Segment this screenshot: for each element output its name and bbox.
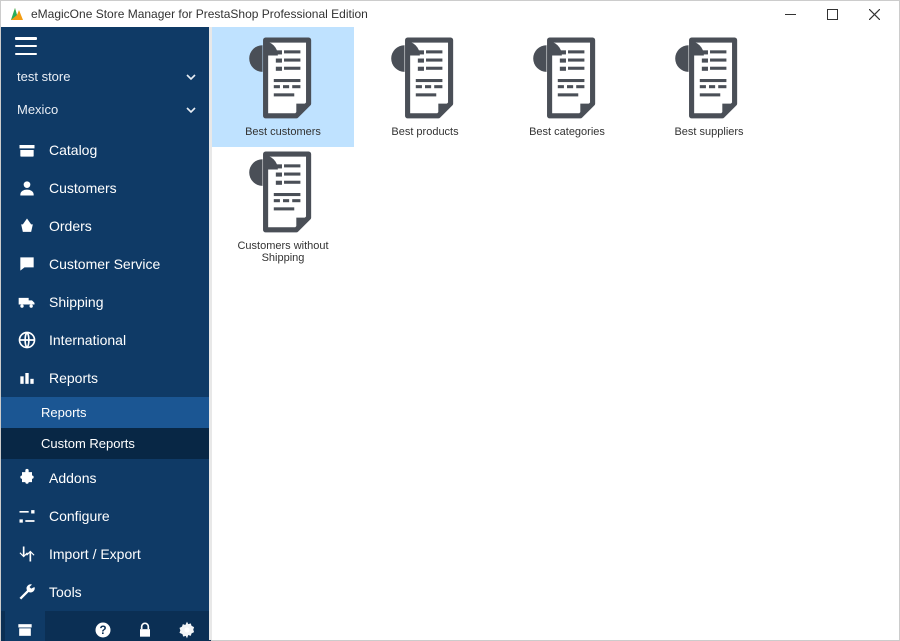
sidebar-bottom-bar: ?: [1, 611, 211, 641]
sidebar-item-customers[interactable]: Customers: [1, 169, 211, 207]
content-area: Best customers Best products Best catego…: [211, 27, 899, 640]
bottom-button-settings[interactable]: [167, 611, 207, 641]
splitter-handle[interactable]: [209, 27, 212, 640]
report-document-icon: [383, 36, 467, 122]
maximize-icon: [827, 9, 838, 20]
window-title: eMagicOne Store Manager for PrestaShop P…: [31, 7, 769, 21]
svg-text:?: ?: [99, 624, 106, 637]
sidebar-subitem-custom-reports[interactable]: Custom Reports: [1, 428, 211, 459]
sidebar-item-label: Addons: [49, 470, 96, 486]
country-selector[interactable]: Mexico: [1, 94, 211, 125]
sidebar-item-tools[interactable]: Tools: [1, 573, 211, 611]
person-icon: [17, 178, 37, 198]
report-document-icon: [241, 150, 325, 236]
sidebar-item-label: Orders: [49, 218, 92, 234]
bottom-button-help[interactable]: ?: [83, 611, 123, 641]
sidebar-item-label: Customers: [49, 180, 117, 196]
titlebar: eMagicOne Store Manager for PrestaShop P…: [1, 1, 899, 27]
archive-icon: [15, 620, 35, 640]
bottom-button-lock[interactable]: [125, 611, 165, 641]
country-label: Mexico: [17, 102, 58, 117]
help-icon: ?: [93, 620, 113, 640]
report-tile-best-suppliers[interactable]: Best suppliers: [638, 27, 780, 147]
chevron-down-icon: [185, 71, 197, 83]
store-name-label: test store: [17, 69, 70, 84]
sidebar-item-label: Configure: [49, 508, 110, 524]
report-tile-label: Customers without Shipping: [216, 240, 350, 264]
report-document-icon: [667, 36, 751, 122]
report-tile-customers-without-shipping[interactable]: Customers without Shipping: [212, 147, 354, 267]
sidebar-item-label: Catalog: [49, 142, 97, 158]
report-document-icon: [241, 36, 325, 122]
sidebar-item-label: Reports: [49, 370, 98, 386]
sidebar-item-label: International: [49, 332, 126, 348]
hamburger-menu-button[interactable]: [15, 37, 37, 55]
sidebar-subitem-label: Custom Reports: [41, 436, 135, 451]
sidebar: test store Mexico Catalog Cu: [1, 27, 211, 640]
wrench-icon: [17, 582, 37, 602]
sidebar-subitem-label: Reports: [41, 405, 87, 420]
gear-icon: [177, 620, 197, 640]
report-tile-best-categories[interactable]: Best categories: [496, 27, 638, 147]
box-icon: [17, 140, 37, 160]
chat-icon: [17, 254, 37, 274]
sidebar-item-catalog[interactable]: Catalog: [1, 131, 211, 169]
sidebar-item-customer-service[interactable]: Customer Service: [1, 245, 211, 283]
sidebar-item-international[interactable]: International: [1, 321, 211, 359]
sidebar-item-label: Import / Export: [49, 546, 141, 562]
report-tile-best-customers[interactable]: Best customers: [212, 27, 354, 147]
sidebar-menu: Catalog Customers Orders Customer Servic…: [1, 131, 211, 611]
reports-grid: Best customers Best products Best catego…: [212, 27, 899, 267]
globe-icon: [17, 330, 37, 350]
report-tile-best-products[interactable]: Best products: [354, 27, 496, 147]
report-document-icon: [525, 36, 609, 122]
truck-icon: [17, 292, 37, 312]
sidebar-item-label: Tools: [49, 584, 82, 600]
lock-icon: [135, 620, 155, 640]
sidebar-item-orders[interactable]: Orders: [1, 207, 211, 245]
sidebar-item-label: Customer Service: [49, 256, 160, 272]
sidebar-item-addons[interactable]: Addons: [1, 459, 211, 497]
import-export-icon: [17, 544, 37, 564]
sidebar-subitem-reports[interactable]: Reports: [1, 397, 211, 428]
sidebar-header: [1, 27, 211, 61]
bottom-button-archive[interactable]: [5, 611, 45, 641]
app-body: test store Mexico Catalog Cu: [1, 27, 899, 640]
report-tile-label: Best categories: [529, 126, 605, 138]
close-icon: [869, 9, 880, 20]
sidebar-item-reports[interactable]: Reports: [1, 359, 211, 397]
basket-icon: [17, 216, 37, 236]
report-tile-label: Best products: [391, 126, 458, 138]
sidebar-item-import-export[interactable]: Import / Export: [1, 535, 211, 573]
report-tile-label: Best customers: [245, 126, 321, 138]
window-minimize-button[interactable]: [769, 1, 811, 27]
puzzle-icon: [17, 468, 37, 488]
sidebar-item-configure[interactable]: Configure: [1, 497, 211, 535]
window-maximize-button[interactable]: [811, 1, 853, 27]
app-logo-icon: [9, 6, 25, 22]
sliders-icon: [17, 506, 37, 526]
sidebar-item-shipping[interactable]: Shipping: [1, 283, 211, 321]
chevron-down-icon: [185, 104, 197, 116]
store-selector[interactable]: test store: [1, 61, 211, 92]
minimize-icon: [785, 9, 796, 20]
report-tile-label: Best suppliers: [674, 126, 743, 138]
bar-chart-icon: [17, 368, 37, 388]
sidebar-item-label: Shipping: [49, 294, 104, 310]
window-close-button[interactable]: [853, 1, 895, 27]
app-window: eMagicOne Store Manager for PrestaShop P…: [0, 0, 900, 641]
